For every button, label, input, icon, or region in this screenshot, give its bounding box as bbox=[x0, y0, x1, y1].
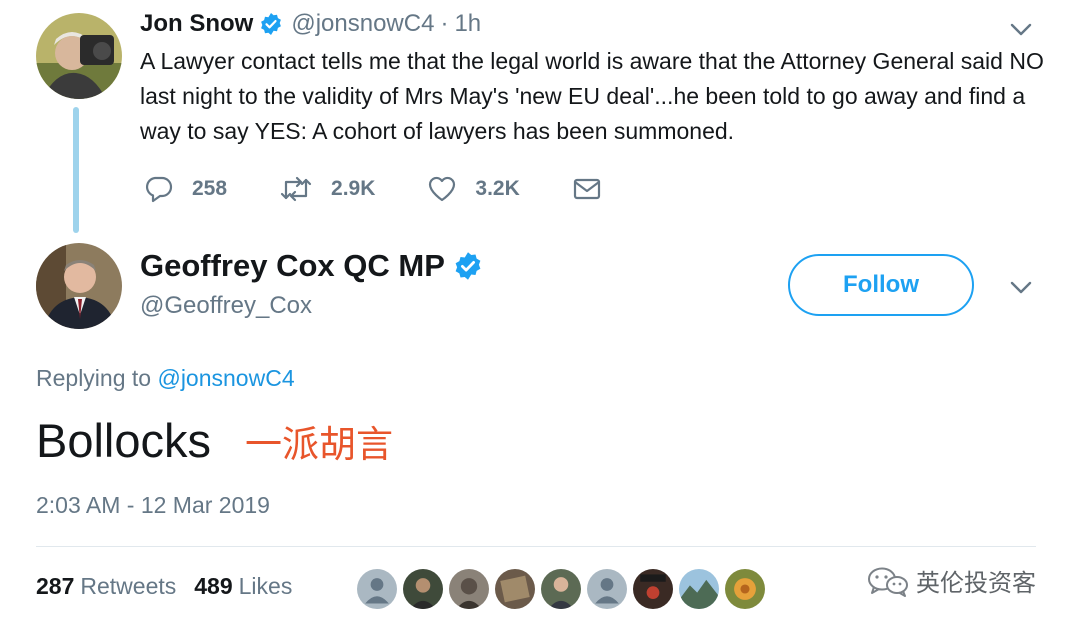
parent-author-handle[interactable]: @jonsnowC4 bbox=[291, 10, 434, 38]
main-author-handle[interactable]: @Geoffrey_Cox bbox=[140, 292, 312, 320]
parent-author-name[interactable]: Jon Snow bbox=[140, 10, 253, 38]
engagement-stats: 287 Retweets 489 Likes bbox=[36, 573, 310, 600]
main-tweet-timestamp[interactable]: 2:03 AM - 12 Mar 2019 bbox=[36, 492, 270, 519]
chinese-annotation: 一派胡言 bbox=[245, 423, 394, 466]
replying-to-link[interactable]: @jonsnowC4 bbox=[157, 365, 294, 391]
replying-to-line: Replying to @jonsnowC4 bbox=[36, 365, 295, 392]
heart-icon bbox=[429, 176, 456, 202]
liker-avatars bbox=[355, 567, 769, 611]
reply-action[interactable]: 258 bbox=[144, 174, 227, 204]
header-separator: · bbox=[440, 10, 449, 37]
main-tweet-body: Bollocks 一派胡言 bbox=[36, 413, 393, 468]
thread-line bbox=[73, 107, 79, 233]
liker-avatar[interactable] bbox=[401, 567, 445, 611]
retweet-icon bbox=[280, 176, 312, 202]
liker-avatar[interactable] bbox=[355, 567, 399, 611]
stats-divider bbox=[36, 546, 1036, 547]
main-author-name[interactable]: Geoffrey Cox QC MP bbox=[140, 248, 445, 284]
jon-snow-avatar[interactable] bbox=[36, 13, 122, 99]
follow-button[interactable]: Follow bbox=[788, 254, 974, 316]
liker-avatar[interactable] bbox=[447, 567, 491, 611]
reply-count: 258 bbox=[192, 177, 228, 200]
liker-avatar[interactable] bbox=[539, 567, 583, 611]
liker-avatar[interactable] bbox=[493, 567, 537, 611]
main-tweet-header: Geoffrey Cox QC MP bbox=[140, 248, 483, 284]
retweet-count: 2.9K bbox=[331, 177, 376, 200]
retweet-action[interactable]: 2.9K bbox=[279, 174, 375, 204]
retweet-total-label[interactable]: Retweets bbox=[80, 573, 176, 600]
liker-avatar[interactable] bbox=[723, 567, 767, 611]
verified-badge-icon bbox=[453, 251, 483, 281]
parent-tweet[interactable]: Jon Snow @jonsnowC4 · 1h A Lawyer contac… bbox=[0, 0, 1080, 240]
main-more-chevron-icon[interactable] bbox=[1008, 278, 1034, 296]
reply-icon bbox=[146, 176, 173, 203]
envelope-icon bbox=[573, 178, 600, 200]
like-count: 3.2K bbox=[475, 177, 520, 200]
parent-tweet-text: A Lawyer contact tells me that the legal… bbox=[140, 48, 1044, 144]
liker-avatar[interactable] bbox=[631, 567, 675, 611]
parent-tweet-time[interactable]: 1h bbox=[454, 10, 481, 38]
main-tweet-text: Bollocks bbox=[36, 414, 212, 467]
verified-badge-icon bbox=[259, 12, 283, 36]
watermark: 英伦投资客 bbox=[866, 563, 1036, 598]
direct-message-action[interactable] bbox=[572, 174, 620, 204]
liker-avatar[interactable] bbox=[585, 567, 629, 611]
like-action[interactable]: 3.2K bbox=[427, 174, 520, 204]
liker-avatar[interactable] bbox=[677, 567, 721, 611]
like-total[interactable]: 489 bbox=[194, 573, 232, 600]
replying-prefix: Replying to bbox=[36, 365, 152, 391]
like-total-label[interactable]: Likes bbox=[239, 573, 293, 600]
watermark-text: 英伦投资客 bbox=[916, 569, 1036, 597]
parent-tweet-header: Jon Snow @jonsnowC4 · 1h bbox=[140, 10, 481, 38]
parent-more-chevron-icon[interactable] bbox=[1008, 20, 1034, 38]
retweet-total[interactable]: 287 bbox=[36, 573, 74, 600]
geoffrey-cox-avatar[interactable] bbox=[36, 243, 122, 329]
parent-tweet-actions: 258 2.9K 3.2K bbox=[144, 172, 672, 206]
wechat-icon bbox=[868, 567, 908, 597]
